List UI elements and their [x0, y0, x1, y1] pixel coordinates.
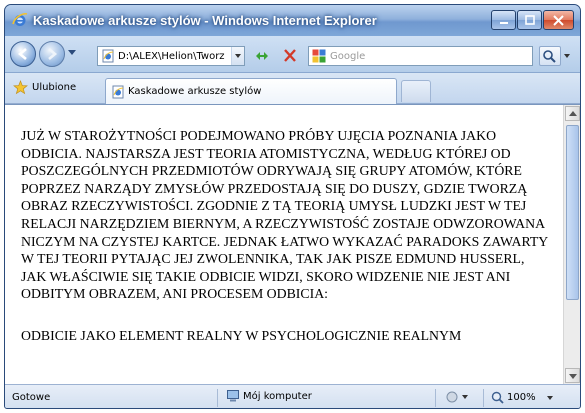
status-text: Gotowe — [12, 392, 51, 403]
favorites-label: Ulubione — [32, 82, 77, 93]
search-box[interactable]: Google — [308, 46, 533, 66]
tab-label: Kaskadowe arkusze stylów — [128, 86, 262, 97]
new-tab-button[interactable] — [401, 80, 431, 102]
maximize-icon — [524, 15, 535, 25]
title-bar: Kaskadowe arkusze stylów - Windows Inter… — [5, 5, 580, 36]
chevron-down-icon — [235, 54, 241, 58]
address-dropdown-button[interactable] — [231, 47, 244, 65]
divider — [483, 389, 484, 407]
google-icon — [312, 49, 326, 63]
star-icon — [13, 80, 28, 95]
stop-button[interactable] — [280, 47, 300, 65]
arrow-up-icon — [569, 111, 577, 116]
search-button[interactable] — [539, 46, 561, 66]
navigation-bar: D:\ALEX\Helion\Tworz Google — [5, 36, 580, 73]
refresh-button[interactable] — [252, 47, 272, 65]
forward-button[interactable] — [39, 41, 65, 67]
chevron-down-icon — [546, 395, 553, 400]
paragraph: JUŻ W STAROŻYTNOŚCI PODEJMOWANO PRÓBY UJ… — [21, 128, 548, 302]
paragraph: ODBICIE JAKO ELEMENT REALNY W PSYCHOLOGI… — [21, 327, 462, 343]
back-arrow-icon — [17, 48, 27, 60]
zoom-level: 100% — [507, 392, 536, 403]
divider — [435, 389, 436, 407]
zone-label: Mój komputer — [243, 390, 312, 402]
divider — [217, 389, 218, 407]
minimize-button[interactable] — [491, 10, 516, 30]
search-placeholder: Google — [330, 50, 366, 62]
document-body: JUŻ W STAROŻYTNOŚCI PODEJMOWANO PRÓBY UJ… — [21, 127, 551, 385]
back-button[interactable] — [10, 41, 36, 67]
computer-icon — [227, 390, 239, 402]
tab-active[interactable]: Kaskadowe arkusze stylów — [105, 78, 397, 104]
maximize-button[interactable] — [517, 10, 542, 30]
minimize-icon — [499, 22, 508, 24]
address-url[interactable]: D:\ALEX\Helion\Tworz — [118, 51, 231, 62]
chevron-down-icon — [462, 395, 468, 399]
status-bar: Gotowe Mój komputer 100% — [5, 384, 580, 408]
browser-window: Kaskadowe arkusze stylów - Windows Inter… — [4, 4, 581, 409]
security-zone[interactable]: Mój komputer — [226, 389, 312, 403]
internet-explorer-icon — [12, 13, 28, 26]
protected-mode-indicator[interactable] — [445, 390, 468, 404]
page-icon — [112, 85, 124, 98]
globe-icon — [446, 391, 458, 403]
page-content: JUŻ W STAROŻYTNOŚCI PODEJMOWANO PRÓBY UJ… — [5, 104, 580, 384]
arrow-down-icon — [569, 374, 577, 379]
zoom-icon — [491, 391, 504, 404]
favorites-button[interactable]: Ulubione — [13, 80, 76, 95]
page-icon — [102, 49, 114, 63]
close-button[interactable] — [543, 10, 574, 30]
window-title: Kaskadowe arkusze stylów - Windows Inter… — [33, 13, 377, 28]
zoom-control[interactable]: 100% — [491, 391, 553, 404]
scroll-up-button[interactable] — [565, 106, 580, 121]
recent-pages-dropdown[interactable] — [68, 50, 76, 55]
close-icon — [553, 14, 564, 26]
scroll-down-button[interactable] — [565, 368, 580, 383]
tab-bar: Ulubione Kaskadowe arkusze stylów — [5, 73, 580, 104]
address-bar[interactable]: D:\ALEX\Helion\Tworz — [97, 46, 245, 66]
forward-arrow-icon — [48, 48, 58, 60]
search-icon — [543, 50, 556, 63]
search-options-dropdown[interactable] — [564, 54, 570, 58]
scrollbar-thumb[interactable] — [566, 125, 579, 300]
vertical-scrollbar[interactable] — [563, 105, 580, 384]
